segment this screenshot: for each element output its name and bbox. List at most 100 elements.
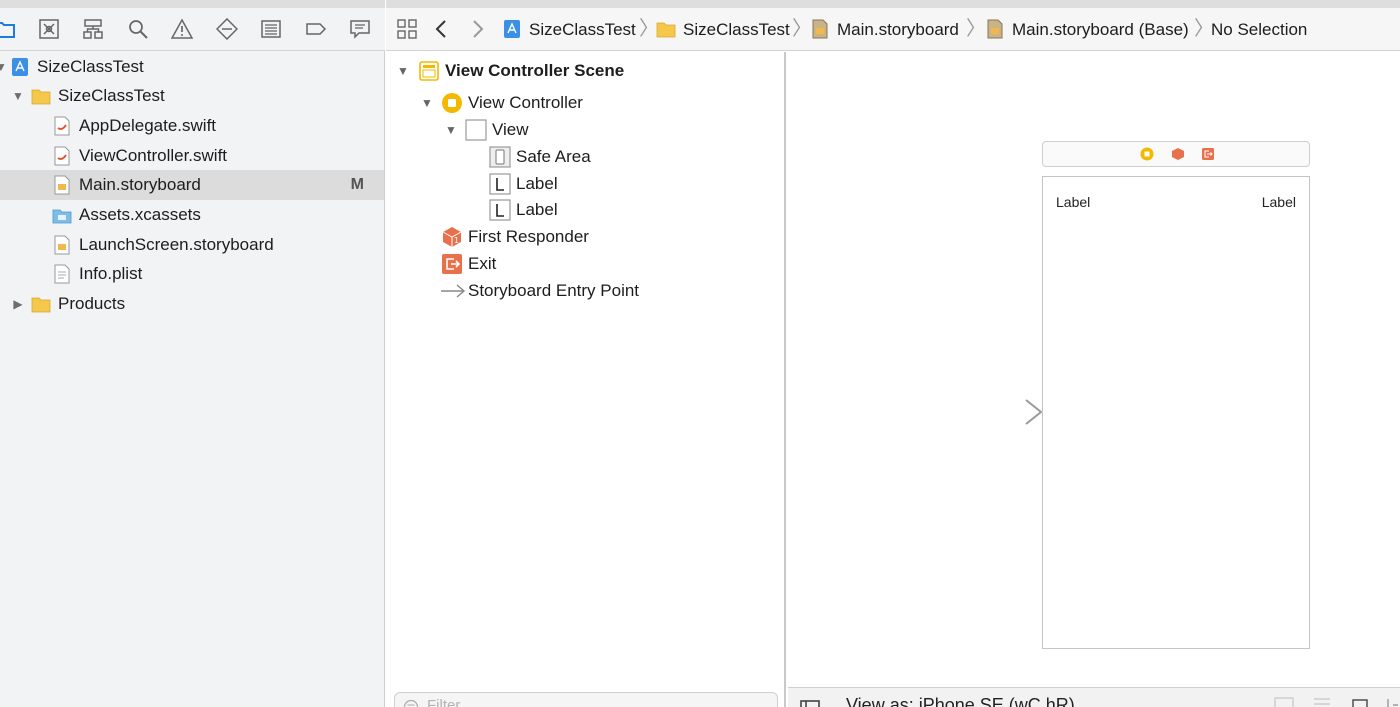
scene-dock (1042, 141, 1310, 167)
disclosure-triangle-collapsed-icon[interactable]: ▶ (11, 289, 25, 319)
pin-icon[interactable] (1350, 697, 1370, 707)
project-navigator-icon[interactable] (0, 18, 16, 40)
breadcrumb-localization[interactable]: Main.storyboard (Base) (1012, 8, 1189, 51)
report-navigator-icon[interactable] (349, 18, 371, 40)
outline-item-label: Exit (468, 254, 497, 273)
test-navigator-icon[interactable] (216, 18, 238, 40)
forward-chevron-icon[interactable] (466, 18, 488, 40)
canvas-label-right[interactable]: Label (1262, 194, 1296, 210)
label-icon (489, 199, 511, 221)
tree-item-file[interactable]: Info.plist (0, 259, 384, 289)
disclosure-triangle-icon[interactable]: ▼ (444, 117, 458, 143)
folder-icon (656, 19, 676, 39)
tree-item-file[interactable]: AppDelegate.swift (0, 111, 384, 141)
breadcrumb-selection[interactable]: No Selection (1211, 8, 1307, 51)
source-control-navigator-icon[interactable] (38, 18, 60, 40)
filter-icon (403, 699, 419, 707)
outline-item-view[interactable]: ▼ View (386, 117, 784, 143)
storyboard-file-icon (52, 235, 72, 255)
first-responder-icon[interactable] (1171, 147, 1185, 161)
view-controller-frame[interactable]: Label Label (1042, 176, 1310, 649)
tree-item-file[interactable]: Assets.xcassets (0, 200, 384, 230)
tree-item-label: Products (58, 294, 126, 313)
outline-item-view-controller[interactable]: ▼ View Controller (386, 90, 784, 116)
outline-item-label: Storyboard Entry Point (468, 281, 640, 300)
related-items-icon[interactable] (396, 18, 418, 40)
storyboard-file-icon (810, 19, 830, 39)
tree-item-label: Info.plist (79, 264, 143, 283)
outline-item-label-1[interactable]: Label (386, 171, 784, 197)
exit-icon[interactable] (1201, 147, 1215, 161)
tree-item-label: SizeClassTest (37, 57, 144, 76)
folder-icon (31, 86, 51, 106)
tree-item-group[interactable]: ▼ SizeClassTest (0, 81, 384, 111)
svg-text:1: 1 (454, 236, 459, 245)
disclosure-triangle-icon[interactable]: ▼ (11, 81, 25, 111)
tree-item-label: Main.storyboard (79, 175, 201, 194)
disclosure-triangle-icon[interactable]: ▼ (0, 52, 8, 82)
entry-point-arrow-icon[interactable] (958, 398, 1044, 426)
tree-item-products[interactable]: ▶ Products (0, 289, 384, 319)
breadcrumb-file[interactable]: Main.storyboard (837, 8, 959, 51)
first-responder-icon: 1 (441, 226, 463, 248)
tree-item-label: ViewController.swift (79, 146, 228, 165)
swift-file-icon (52, 116, 72, 136)
view-controller-icon[interactable] (1140, 147, 1154, 161)
zoom-icon[interactable] (1274, 697, 1294, 707)
outline-filter-field[interactable]: Filter (394, 692, 778, 707)
xcode-project-icon (502, 19, 522, 39)
asset-catalog-icon (52, 205, 72, 225)
outline-item-label: Label (516, 200, 558, 219)
swift-file-icon (52, 146, 72, 166)
outline-item-label: Label (516, 174, 558, 193)
disclosure-triangle-icon[interactable]: ▼ (420, 90, 434, 116)
outline-item-label: First Responder (468, 227, 589, 246)
project-navigator: ▼ SizeClassTest ▼ SizeClassTest AppDeleg… (0, 0, 385, 707)
filter-placeholder: Filter (427, 697, 461, 707)
view-as-device-label[interactable]: View as: iPhone SE (wC hR) (846, 695, 1075, 707)
xcode-project-icon (10, 57, 30, 77)
tree-item-file-selected[interactable]: Main.storyboard M (0, 170, 384, 200)
debug-navigator-icon[interactable] (260, 18, 282, 40)
view-controller-icon (441, 92, 463, 114)
editor-jump-bar: SizeClassTest 〉 SizeClassTest 〉 Main.sto… (386, 0, 1400, 51)
navigator-selector-bar (0, 8, 385, 51)
entry-point-arrow-icon (440, 280, 466, 302)
storyboard-canvas[interactable]: Label Label (788, 52, 1400, 687)
outline-item-label-2[interactable]: Label (386, 197, 784, 223)
document-outline-toggle-icon[interactable] (800, 700, 820, 707)
outline-item-entry-point[interactable]: Storyboard Entry Point (386, 278, 784, 304)
align-icon[interactable] (1312, 697, 1332, 707)
tree-item-label: SizeClassTest (58, 86, 165, 105)
find-navigator-icon[interactable] (127, 18, 149, 40)
tree-item-file[interactable]: ViewController.swift (0, 141, 384, 171)
interface-builder-bottom-bar: View as: iPhone SE (wC hR) (788, 687, 1400, 707)
tree-item-file[interactable]: LaunchScreen.storyboard (0, 230, 384, 260)
outline-item-label: View (492, 120, 529, 139)
folder-icon (31, 294, 51, 314)
disclosure-triangle-icon[interactable]: ▼ (396, 58, 410, 84)
canvas-label-left[interactable]: Label (1056, 194, 1090, 210)
breadcrumb-separator-icon: 〉 (966, 18, 986, 40)
tree-item-label: LaunchScreen.storyboard (79, 235, 274, 254)
label-icon (489, 173, 511, 195)
outline-item-scene[interactable]: ▼ View Controller Scene (386, 58, 784, 84)
tree-item-label: AppDelegate.swift (79, 116, 217, 135)
issue-navigator-icon[interactable] (171, 18, 193, 40)
breakpoint-navigator-icon[interactable] (305, 18, 327, 40)
breadcrumb-group[interactable]: SizeClassTest (683, 8, 790, 51)
outline-item-label: View Controller Scene (445, 61, 625, 80)
outline-item-exit[interactable]: Exit (386, 251, 784, 277)
tree-item-project[interactable]: ▼ SizeClassTest (0, 52, 384, 82)
outline-item-safe-area[interactable]: Safe Area (386, 144, 784, 170)
safe-area-icon (489, 146, 511, 168)
breadcrumb-project[interactable]: SizeClassTest (529, 8, 636, 51)
scene-icon (418, 60, 440, 82)
resolve-issues-icon[interactable] (1386, 697, 1400, 707)
storyboard-file-icon (52, 175, 72, 195)
symbol-navigator-icon[interactable] (82, 18, 104, 40)
back-chevron-icon[interactable] (431, 18, 453, 40)
plist-file-icon (52, 264, 72, 284)
outline-item-first-responder[interactable]: 1 First Responder (386, 224, 784, 250)
storyboard-file-icon (985, 19, 1005, 39)
